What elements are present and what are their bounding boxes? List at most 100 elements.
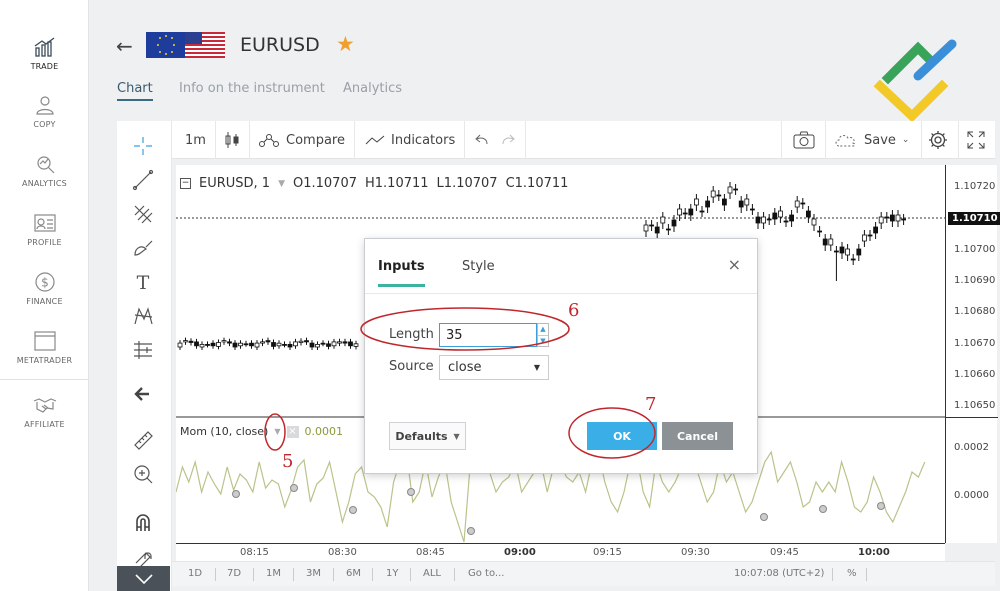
clock-label[interactable]: 10:07:08 (UTC+2) xyxy=(734,568,824,579)
candle-body xyxy=(817,230,822,233)
price-label: 1.10660 xyxy=(954,369,996,380)
nav-label: AFFILIATE xyxy=(24,420,65,429)
nav-affiliate[interactable]: AFFILIATE xyxy=(0,394,89,429)
candle-body xyxy=(249,342,254,347)
candles-group-left xyxy=(177,337,359,350)
save-button[interactable]: Save ⌄ xyxy=(834,121,909,159)
candle-body xyxy=(834,250,839,253)
candle-body xyxy=(265,340,271,343)
momentum-marker xyxy=(290,484,298,492)
momentum-markers xyxy=(232,484,885,535)
remove-indicator-icon[interactable]: × xyxy=(286,425,299,438)
range-1d[interactable]: 1D xyxy=(188,568,202,579)
candle-body xyxy=(890,214,895,222)
nav-metatrader[interactable]: METATRADER xyxy=(0,330,89,365)
tab-inputs[interactable]: Inputs xyxy=(378,259,425,287)
nav-trade[interactable]: TRADE xyxy=(0,36,89,71)
measure-levels-icon[interactable] xyxy=(129,338,157,362)
candle-body xyxy=(227,341,232,344)
pattern-tool-icon[interactable] xyxy=(129,304,157,328)
tab-info[interactable]: Info on the instrument xyxy=(179,81,325,96)
goto-button[interactable]: Go to... xyxy=(468,568,504,579)
range-6m[interactable]: 6M xyxy=(346,568,361,579)
brush-icon[interactable] xyxy=(129,236,157,260)
eur-usd-flag-icon xyxy=(146,32,225,58)
close-icon[interactable]: × xyxy=(728,255,741,274)
crosshair-icon[interactable] xyxy=(129,134,157,158)
time-scale[interactable]: 08:15 08:30 08:45 09:00 09:15 09:30 09:4… xyxy=(176,543,945,561)
toolbar-divider xyxy=(215,121,216,159)
undo-icon[interactable] xyxy=(474,121,488,159)
indicators-button[interactable]: Indicators xyxy=(365,121,455,159)
annotation-number-6: 6 xyxy=(568,300,580,321)
fullscreen-icon[interactable] xyxy=(967,121,985,159)
candle-body xyxy=(688,208,694,216)
candle-body xyxy=(326,343,331,347)
stepper-down-icon[interactable]: ▼ xyxy=(538,336,548,347)
candle-body xyxy=(699,210,705,213)
nav-finance[interactable]: $ FINANCE xyxy=(0,271,89,306)
candle-style-button[interactable] xyxy=(224,121,240,159)
compare-button[interactable]: Compare xyxy=(258,121,345,159)
tab-style[interactable]: Style xyxy=(462,259,495,274)
back-arrow-icon[interactable]: ← xyxy=(116,34,133,58)
collapse-legend-icon[interactable]: − xyxy=(180,178,191,189)
candle-body xyxy=(320,342,326,345)
nav-analytics[interactable]: ANALYTICS xyxy=(0,153,89,188)
bar-divider xyxy=(454,568,455,581)
nav-copy[interactable]: COPY xyxy=(0,94,89,129)
candle-body xyxy=(811,218,817,226)
zoom-in-icon[interactable] xyxy=(129,462,157,486)
length-stepper[interactable]: ▲ ▼ xyxy=(537,323,549,347)
toolbar-divider xyxy=(525,121,526,159)
text-tool-icon[interactable]: T xyxy=(129,270,157,294)
candle-body xyxy=(694,198,699,206)
chevron-down-icon[interactable] xyxy=(117,566,170,591)
candle-body xyxy=(665,228,671,231)
range-1m[interactable]: 1M xyxy=(266,568,281,579)
ok-button[interactable]: OK xyxy=(587,422,657,450)
legend-symbol[interactable]: EURUSD, 1 xyxy=(199,176,270,191)
percent-toggle[interactable]: % xyxy=(847,568,857,579)
nav-divider xyxy=(0,379,89,380)
candle-body xyxy=(738,200,744,208)
range-all[interactable]: ALL xyxy=(423,568,441,579)
camera-icon[interactable] xyxy=(793,121,815,159)
svg-text:$: $ xyxy=(41,276,49,290)
range-7d[interactable]: 7D xyxy=(227,568,241,579)
chart-bars-icon xyxy=(34,37,54,57)
candle-body xyxy=(850,258,856,261)
tab-chart[interactable]: Chart xyxy=(117,81,153,101)
indicator-name[interactable]: Mom (10, close) xyxy=(180,425,268,438)
range-1y[interactable]: 1Y xyxy=(386,568,398,579)
magnet-icon[interactable] xyxy=(129,510,157,534)
candle-body xyxy=(778,210,783,218)
favorite-star-icon[interactable]: ★ xyxy=(336,32,355,56)
source-select[interactable]: close ▼ xyxy=(439,355,549,380)
indicator-settings-chevron-icon[interactable]: ▼ xyxy=(274,427,280,436)
stepper-up-icon[interactable]: ▲ xyxy=(538,324,548,336)
bar-divider xyxy=(253,568,254,581)
ruler-icon[interactable] xyxy=(129,428,157,452)
defaults-button[interactable]: Defaults ▼ xyxy=(389,422,466,450)
indicators-label: Indicators xyxy=(391,132,456,148)
fib-tool-icon[interactable] xyxy=(129,202,157,226)
interval-button[interactable]: 1m xyxy=(185,121,206,159)
range-3m[interactable]: 3M xyxy=(306,568,321,579)
chart-legend: − EURUSD, 1 ▼ O1.10707 H1.10711 L1.10707… xyxy=(180,176,568,191)
candle-body xyxy=(705,200,710,208)
current-price-badge: 1.10710 xyxy=(948,212,1000,225)
tab-analytics[interactable]: Analytics xyxy=(343,81,402,96)
redo-icon[interactable] xyxy=(502,121,516,159)
nav-profile[interactable]: PROFILE xyxy=(0,212,89,247)
candle-body xyxy=(304,340,309,343)
price-scale[interactable]: 1.10720 1.10710 1.10700 1.10690 1.10680 … xyxy=(945,165,1000,543)
mom-label: 0.0002 xyxy=(954,442,989,453)
hide-toolbar-arrow-icon[interactable] xyxy=(129,382,157,406)
length-input[interactable] xyxy=(439,323,537,347)
candle-body xyxy=(828,238,834,246)
gear-icon[interactable] xyxy=(928,121,948,159)
trend-line-icon[interactable] xyxy=(129,168,157,192)
cancel-button[interactable]: Cancel xyxy=(662,422,733,450)
lock-drawings-icon[interactable] xyxy=(129,544,157,568)
